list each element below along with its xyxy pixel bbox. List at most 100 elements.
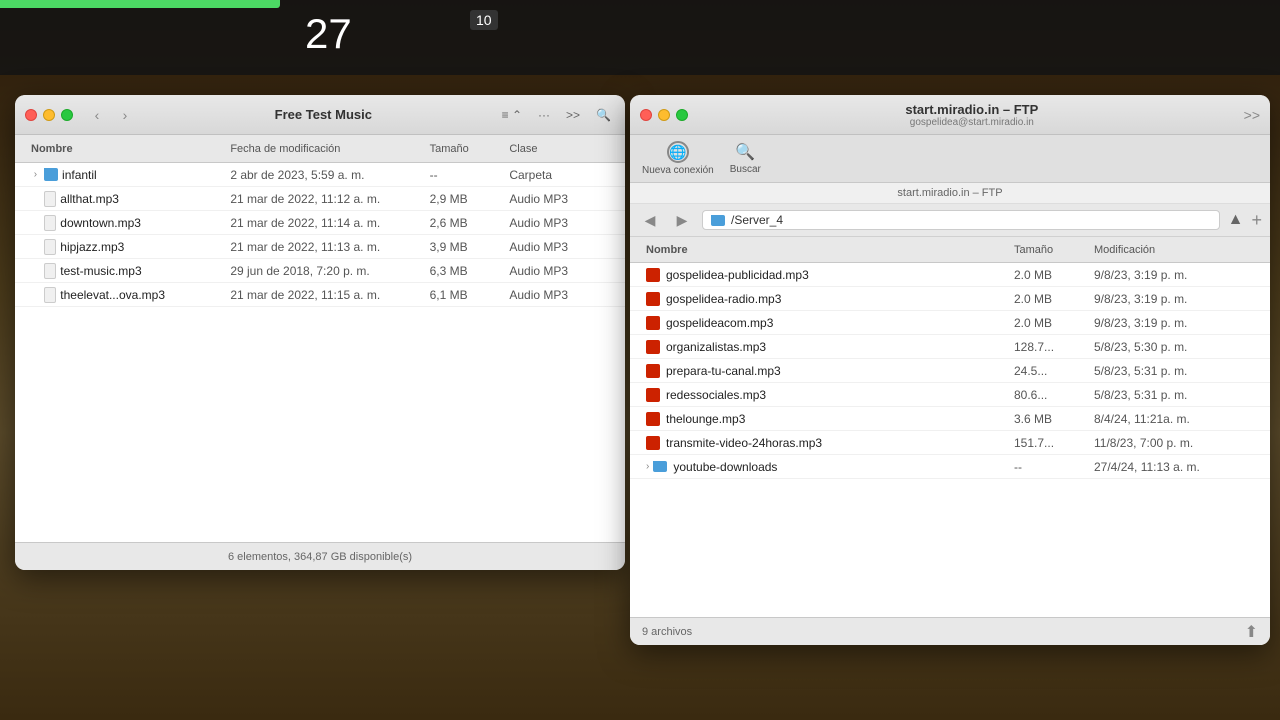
col-nombre[interactable]: Nombre [31,143,230,155]
ftp-toolbar: 🌐 Nueva conexión 🔍 Buscar [630,135,1270,183]
finder-titlebar: ‹ › Free Test Music ≡ ⌃ ··· >> 🔍 [15,95,625,135]
ftp-back-button[interactable]: ◀ [638,208,662,232]
titlebar-actions: ≡ ⌃ ··· >> 🔍 [498,106,615,124]
ftp-path-selector[interactable]: /Server_4 [702,210,1220,230]
top-small-number: 10 [470,10,498,30]
file-name-cell: theelevat...ova.mp3 [31,287,230,303]
list-item[interactable]: downtown.mp3 21 mar de 2022, 11:14 a. m.… [15,211,625,235]
search-button[interactable]: 🔍 [592,106,615,124]
ftp-file-date: 9/8/23, 3:19 p. m. [1094,268,1254,282]
ftp-file-size: -- [1014,460,1094,474]
buscar-label: Buscar [730,164,761,175]
ftp-window: start.miradio.in – FTP gospelidea@start.… [630,95,1270,645]
ftp-file-date: 5/8/23, 5:31 p. m. [1094,364,1254,378]
ftp-file-name: gospelidea-publicidad.mp3 [666,268,1014,282]
list-item[interactable]: › infantil 2 abr de 2023, 5:59 a. m. -- … [15,163,625,187]
ftp-breadcrumb: start.miradio.in – FTP [630,183,1270,204]
back-button[interactable]: ‹ [85,105,109,125]
finder-title: Free Test Music [149,107,498,122]
list-item[interactable]: organizalistas.mp3 128.7... 5/8/23, 5:30… [630,335,1270,359]
ftp-close-button[interactable] [640,109,652,121]
traffic-lights [25,109,73,121]
plus-icon[interactable]: + [1251,210,1262,231]
mp3-red-icon [646,364,660,378]
ftp-file-size: 24.5... [1014,364,1094,378]
top-bar: 27 10 [0,0,1280,75]
file-date: 21 mar de 2022, 11:15 a. m. [230,288,429,302]
list-item[interactable]: test-music.mp3 29 jun de 2018, 7:20 p. m… [15,259,625,283]
list-item[interactable]: hipjazz.mp3 21 mar de 2022, 11:13 a. m. … [15,235,625,259]
ftp-file-size: 2.0 MB [1014,292,1094,306]
ftp-col-size[interactable]: Tamaño [1014,244,1094,256]
chevron-right-icon: › [646,461,649,472]
list-item[interactable]: thelounge.mp3 3.6 MB 8/4/24, 11:21a. m. [630,407,1270,431]
ftp-file-name: transmite-video-24horas.mp3 [666,436,1014,450]
ftp-forward-button[interactable]: ▶ [670,208,694,232]
nav-buttons: ‹ › [85,105,137,125]
list-item[interactable]: allthat.mp3 21 mar de 2022, 11:12 a. m. … [15,187,625,211]
list-item[interactable]: prepara-tu-canal.mp3 24.5... 5/8/23, 5:3… [630,359,1270,383]
ftp-file-name: redessociales.mp3 [666,388,1014,402]
ftp-expand-button[interactable]: >> [1244,107,1260,123]
forward-button[interactable]: › [113,105,137,125]
file-name-cell: allthat.mp3 [31,191,230,207]
mp3-red-icon [646,388,660,402]
ftp-file-date: 9/8/23, 3:19 p. m. [1094,316,1254,330]
more-button[interactable]: ··· [534,106,554,124]
nueva-conexion-button[interactable]: 🌐 Nueva conexión [642,141,714,176]
col-fecha[interactable]: Fecha de modificación [230,143,429,155]
ftp-column-headers: Nombre Tamaño Modificación [630,237,1270,263]
list-item[interactable]: › youtube-downloads -- 27/4/24, 11:13 a.… [630,455,1270,479]
list-item[interactable]: gospelidea-publicidad.mp3 2.0 MB 9/8/23,… [630,263,1270,287]
ftp-file-size: 80.6... [1014,388,1094,402]
list-item[interactable]: transmite-video-24horas.mp3 151.7... 11/… [630,431,1270,455]
ftp-title-center: start.miradio.in – FTP gospelidea@start.… [700,102,1244,128]
file-name: allthat.mp3 [60,192,230,206]
list-item[interactable]: theelevat...ova.mp3 21 mar de 2022, 11:1… [15,283,625,307]
list-item[interactable]: gospelideacom.mp3 2.0 MB 9/8/23, 3:19 p.… [630,311,1270,335]
list-item[interactable]: redessociales.mp3 80.6... 5/8/23, 5:31 p… [630,383,1270,407]
ftp-col-date[interactable]: Modificación [1094,244,1254,256]
ftp-path: /Server_4 [731,213,783,227]
ftp-nav-bar: ◀ ▶ /Server_4 ▲ + [630,204,1270,237]
list-item[interactable]: gospelidea-radio.mp3 2.0 MB 9/8/23, 3:19… [630,287,1270,311]
folder-icon [44,168,58,181]
file-name: infantil [62,168,230,182]
minimize-button[interactable] [43,109,55,121]
buscar-button[interactable]: 🔍 Buscar [730,142,761,175]
mp3-red-icon [646,292,660,306]
ftp-file-date: 27/4/24, 11:13 a. m. [1094,460,1254,474]
file-type: Audio MP3 [509,264,609,278]
upload-icon[interactable]: ▲ [1228,211,1244,229]
file-name: test-music.mp3 [60,264,230,278]
search-icon: 🔍 [735,142,755,162]
col-tamano[interactable]: Tamaño [430,143,510,155]
expand-button[interactable]: >> [562,106,584,124]
ftp-status-text: 9 archivos [642,626,692,638]
ftp-file-name: organizalistas.mp3 [666,340,1014,354]
file-type: Audio MP3 [509,216,609,230]
maximize-button[interactable] [61,109,73,121]
mp3-icon [44,263,57,279]
mp3-icon [44,287,57,303]
column-headers: Nombre Fecha de modificación Tamaño Clas… [15,135,625,163]
ftp-file-date: 5/8/23, 5:30 p. m. [1094,340,1254,354]
ftp-col-name[interactable]: Nombre [646,244,1014,256]
file-name: hipjazz.mp3 [60,240,230,254]
mp3-red-icon [646,436,660,450]
ftp-maximize-button[interactable] [676,109,688,121]
ftp-file-date: 9/8/23, 3:19 p. m. [1094,292,1254,306]
file-size: -- [430,168,510,182]
ftp-upload-icon[interactable]: ⬆ [1245,622,1258,642]
chevron-right-icon: › [31,170,40,180]
col-clase[interactable]: Clase [509,143,609,155]
file-type: Audio MP3 [509,240,609,254]
ftp-file-date: 8/4/24, 11:21a. m. [1094,412,1254,426]
nueva-conexion-label: Nueva conexión [642,165,714,176]
view-options-button[interactable]: ≡ ⌃ [498,106,526,124]
close-button[interactable] [25,109,37,121]
ftp-file-name: gospelidea-radio.mp3 [666,292,1014,306]
ftp-minimize-button[interactable] [658,109,670,121]
top-number: 27 [305,10,352,58]
ftp-file-name: youtube-downloads [673,460,1014,474]
